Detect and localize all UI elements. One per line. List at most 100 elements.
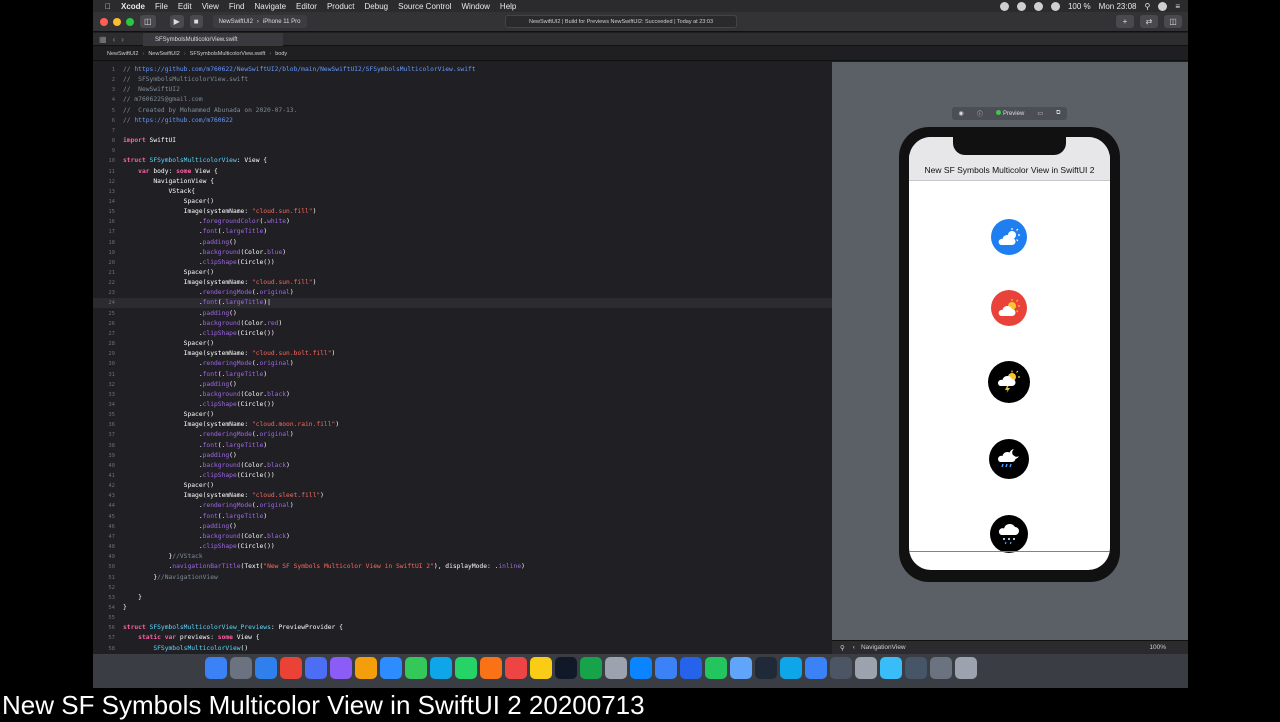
- code-line[interactable]: 24 .font(.largeTitle)|: [93, 298, 832, 309]
- status-icon[interactable]: [1016, 1, 1026, 11]
- chevron-left-icon[interactable]: ‹: [853, 644, 855, 651]
- code-line[interactable]: 11 var body: some View {: [93, 167, 832, 177]
- code-line[interactable]: 53 }: [93, 593, 832, 603]
- duplicate-preview-icon[interactable]: ⧉: [1056, 110, 1060, 117]
- dock-app-icon[interactable]: [330, 657, 352, 679]
- code-line[interactable]: 23 .renderingMode(.original): [93, 288, 832, 298]
- code-line[interactable]: 55: [93, 613, 832, 623]
- grid-icon[interactable]: ▦: [99, 35, 107, 44]
- menu-find[interactable]: Find: [229, 2, 245, 11]
- dock-app-icon[interactable]: [905, 657, 927, 679]
- dock-app-icon[interactable]: [555, 657, 577, 679]
- stop-button[interactable]: ■: [189, 15, 203, 28]
- dock-app-icon[interactable]: [730, 657, 752, 679]
- code-line[interactable]: 29 Image(systemName: "cloud.sun.bolt.fil…: [93, 349, 832, 359]
- code-line[interactable]: 20 .clipShape(Circle()): [93, 258, 832, 268]
- code-line[interactable]: 56 struct SFSymbolsMulticolorView_Preview…: [93, 623, 832, 633]
- code-line[interactable]: 27 .clipShape(Circle()): [93, 329, 832, 339]
- dock-app-icon[interactable]: [205, 657, 227, 679]
- dock-app-icon[interactable]: [705, 657, 727, 679]
- code-line[interactable]: 9: [93, 146, 832, 156]
- navigator-toggle-icon[interactable]: ◫: [140, 15, 156, 28]
- menu-navigate[interactable]: Navigate: [254, 2, 286, 11]
- control-center-icon[interactable]: ≡: [1175, 2, 1180, 11]
- user-icon[interactable]: [1158, 1, 1168, 11]
- inspect-icon[interactable]: ⓘ: [977, 109, 983, 118]
- dock-app-icon[interactable]: [630, 657, 652, 679]
- code-line[interactable]: 25 .padding(): [93, 309, 832, 319]
- status-icon[interactable]: [999, 1, 1009, 11]
- code-line[interactable]: 39 .padding(): [93, 451, 832, 461]
- code-line[interactable]: 28 Spacer(): [93, 339, 832, 349]
- jump-bar-item-group[interactable]: NewSwiftUI2: [148, 51, 179, 57]
- dock-app-icon[interactable]: [680, 657, 702, 679]
- pin-icon[interactable]: ⚲: [840, 644, 845, 652]
- menu-debug[interactable]: Debug: [365, 2, 389, 11]
- dock-app-icon[interactable]: [605, 657, 627, 679]
- dock-app-icon[interactable]: [880, 657, 902, 679]
- dock-app-icon[interactable]: [855, 657, 877, 679]
- code-line[interactable]: 58 SFSymbolsMulticolorView(): [93, 644, 832, 654]
- menu-view[interactable]: View: [202, 2, 219, 11]
- menu-app-name[interactable]: Xcode: [121, 2, 145, 11]
- code-line[interactable]: 18 .padding(): [93, 238, 832, 248]
- dock-app-icon[interactable]: [755, 657, 777, 679]
- code-line[interactable]: 46 .padding(): [93, 522, 832, 532]
- code-line[interactable]: 33 .background(Color.black): [93, 390, 832, 400]
- close-window-button[interactable]: [100, 17, 108, 26]
- code-line[interactable]: 35 Spacer(): [93, 410, 832, 420]
- dock-app-icon[interactable]: [280, 657, 302, 679]
- code-line[interactable]: 40 .background(Color.black): [93, 461, 832, 471]
- dock-app-icon[interactable]: [355, 657, 377, 679]
- live-preview-icon[interactable]: ◉: [959, 110, 964, 117]
- code-line[interactable]: 2 // SFSymbolsMulticolorView.swift: [93, 75, 832, 85]
- apple-menu-icon[interactable]: : [105, 2, 111, 11]
- code-line[interactable]: 31 .font(.largeTitle): [93, 370, 832, 380]
- code-line[interactable]: 38 .font(.largeTitle): [93, 441, 832, 451]
- device-settings-icon[interactable]: ▭: [1037, 110, 1043, 117]
- scheme-selector[interactable]: NewSwiftUI2 › iPhone 11 Pro: [212, 15, 307, 28]
- dock-app-icon[interactable]: [655, 657, 677, 679]
- status-icon[interactable]: [1033, 1, 1043, 11]
- battery-percent[interactable]: 100 %: [1068, 2, 1091, 11]
- code-line[interactable]: 10 struct SFSymbolsMulticolorView: View {: [93, 156, 832, 166]
- canvas-breadcrumb[interactable]: NavigationView: [861, 644, 906, 651]
- dock-app-icon[interactable]: [580, 657, 602, 679]
- code-line[interactable]: 14 Spacer(): [93, 197, 832, 207]
- wifi-icon[interactable]: [1050, 1, 1060, 11]
- code-line[interactable]: 37 .renderingMode(.original): [93, 430, 832, 440]
- code-line[interactable]: 36 Image(systemName: "cloud.moon.rain.fi…: [93, 420, 832, 430]
- dock-app-icon[interactable]: [405, 657, 427, 679]
- dock-app-icon[interactable]: [930, 657, 952, 679]
- code-line[interactable]: 3 // NewSwiftUI2: [93, 85, 832, 95]
- code-line[interactable]: 34 .clipShape(Circle()): [93, 400, 832, 410]
- preview-button[interactable]: Preview: [995, 110, 1024, 117]
- minimize-window-button[interactable]: [113, 17, 121, 26]
- code-line[interactable]: 26 .background(Color.red): [93, 319, 832, 329]
- code-line[interactable]: 43 Image(systemName: "cloud.sleet.fill"): [93, 491, 832, 501]
- code-review-icon[interactable]: ⇄: [1140, 15, 1158, 28]
- code-line[interactable]: 1 // https://github.com/m760622/NewSwiftU…: [93, 65, 832, 75]
- dock-app-icon[interactable]: [955, 657, 977, 679]
- tab-sfsymbols-file[interactable]: SFSymbolsMulticolorView.swift: [143, 33, 283, 46]
- code-line[interactable]: 17 .font(.largeTitle): [93, 227, 832, 237]
- dock-app-icon[interactable]: [505, 657, 527, 679]
- code-line[interactable]: 50 .navigationBarTitle(Text("New SF Symb…: [93, 562, 832, 572]
- code-line[interactable]: 4 // m7606225@gmail.com: [93, 95, 832, 105]
- dock-app-icon[interactable]: [305, 657, 327, 679]
- code-line[interactable]: 5 // Created by Mohammed Abunada on 2020-…: [93, 106, 832, 116]
- code-line[interactable]: 49 }//VStack: [93, 552, 832, 562]
- menu-help[interactable]: Help: [500, 2, 516, 11]
- code-line[interactable]: 48 .clipShape(Circle()): [93, 542, 832, 552]
- dock-app-icon[interactable]: [830, 657, 852, 679]
- zoom-window-button[interactable]: [126, 17, 134, 26]
- code-line[interactable]: 6 // https://github.com/m760622: [93, 116, 832, 126]
- dock-app-icon[interactable]: [255, 657, 277, 679]
- code-line[interactable]: 22 Image(systemName: "cloud.sun.fill"): [93, 278, 832, 288]
- jump-bar-item-file[interactable]: SFSymbolsMulticolorView.swift: [190, 51, 266, 57]
- source-editor[interactable]: 1 // https://github.com/m760622/NewSwiftU…: [93, 62, 832, 654]
- code-line[interactable]: 54}: [93, 603, 832, 613]
- code-line[interactable]: 52: [93, 583, 832, 593]
- zoom-level[interactable]: 100%: [1149, 644, 1166, 651]
- menu-editor[interactable]: Editor: [296, 2, 317, 11]
